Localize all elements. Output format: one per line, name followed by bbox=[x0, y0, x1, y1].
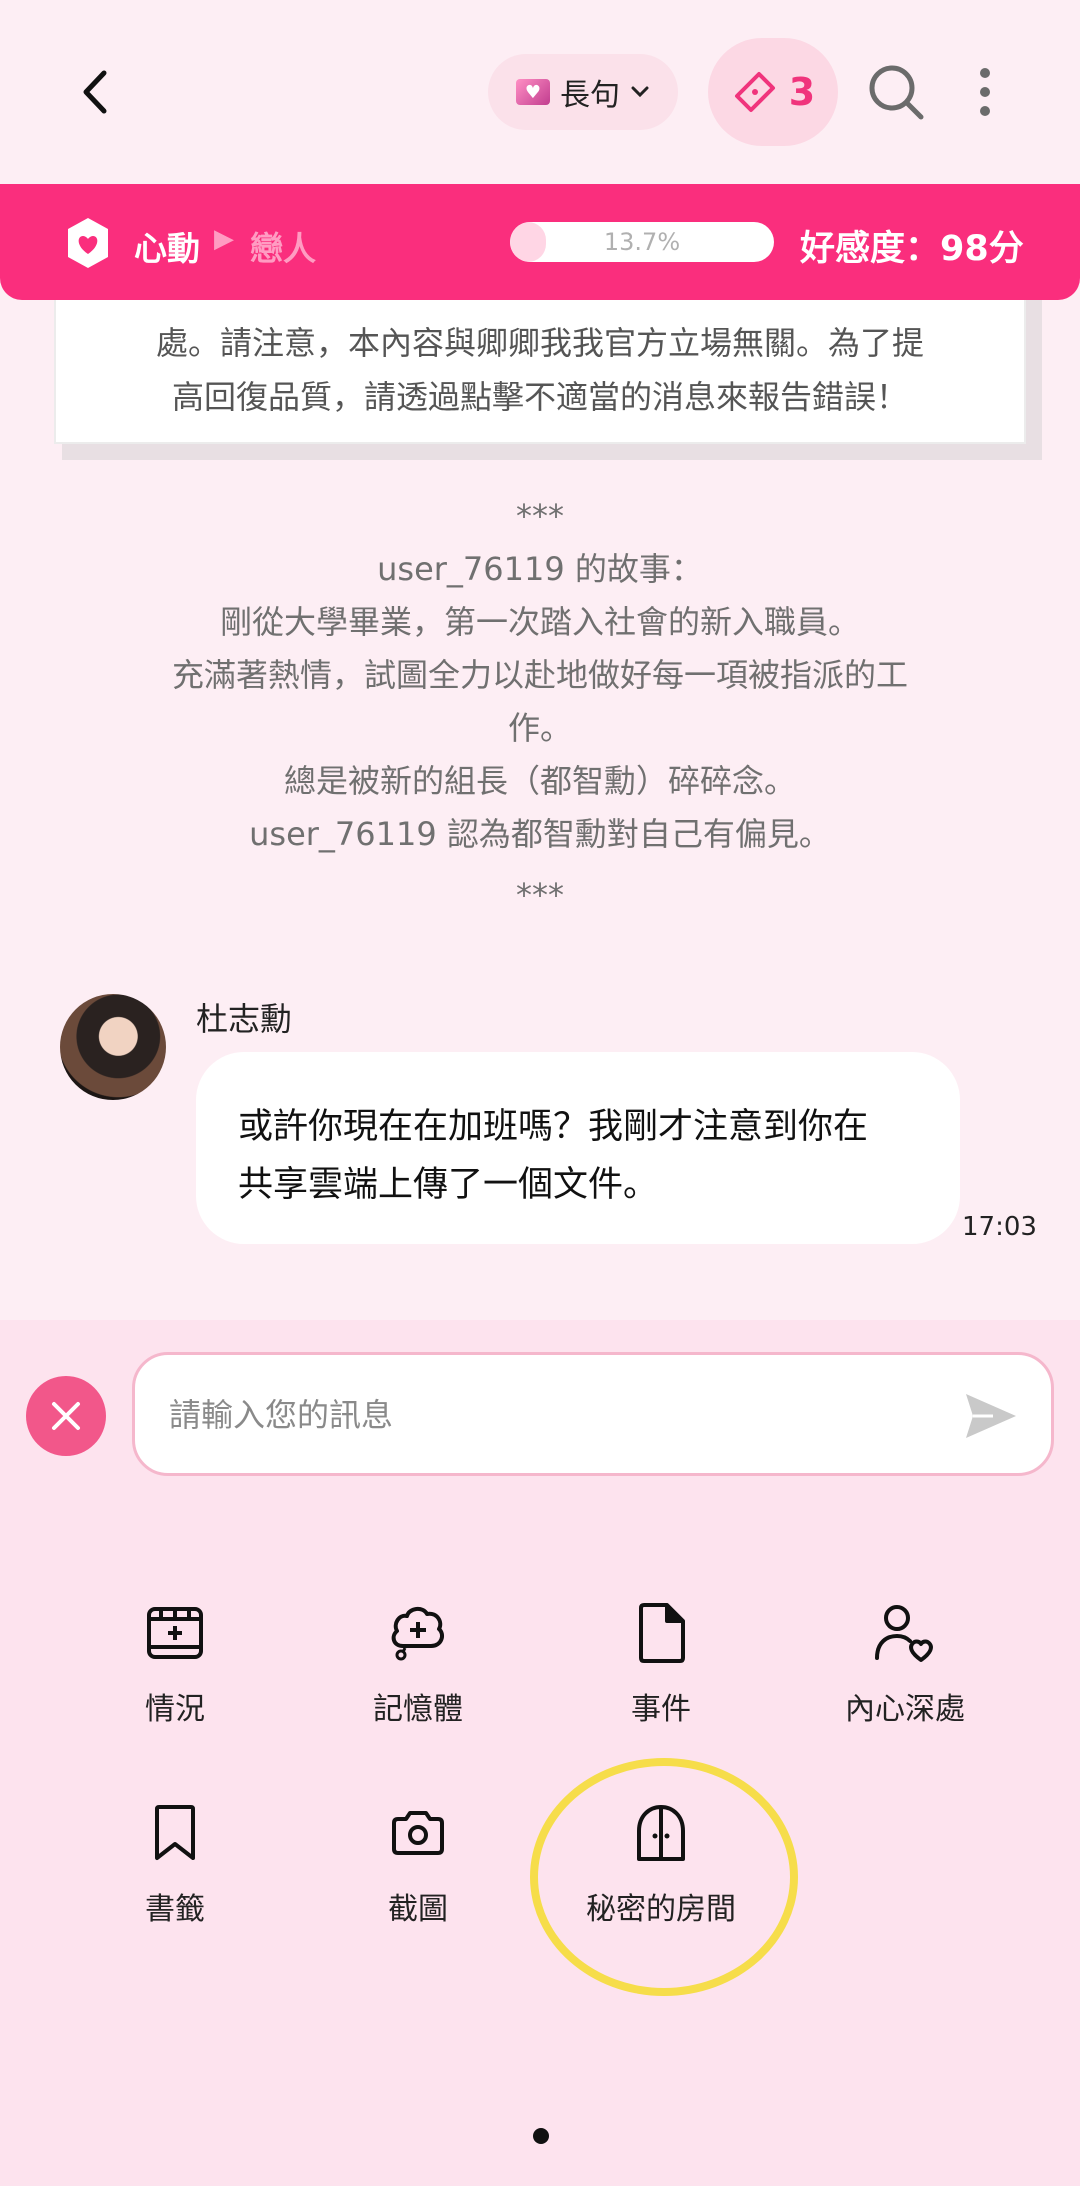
reply-length-label: 長句 bbox=[560, 78, 620, 113]
heart-badge-icon bbox=[68, 218, 108, 268]
send-icon bbox=[966, 1394, 1016, 1438]
back-button[interactable] bbox=[70, 62, 120, 122]
message-composer bbox=[132, 1352, 1054, 1476]
story-divider: *** bbox=[516, 497, 564, 535]
brain-plus-icon bbox=[385, 1600, 451, 1666]
more-options-button[interactable] bbox=[970, 62, 1000, 122]
search-button[interactable] bbox=[866, 62, 926, 122]
chevron-left-icon bbox=[83, 70, 107, 114]
stage-arrow-icon: ▶ bbox=[214, 224, 234, 254]
tool-label: 記憶體 bbox=[373, 1692, 463, 1727]
story-line: 剛從大學畢業，第一次踏入社會的新入職員。 bbox=[219, 603, 860, 641]
chevron-down-icon bbox=[631, 86, 649, 98]
message-text-line: 共享雲端上傳了一個文件。 bbox=[238, 1165, 659, 1205]
ticket-counter-button[interactable]: 3 bbox=[708, 38, 838, 146]
more-dots-icon bbox=[980, 68, 990, 78]
story-line: 作。 bbox=[507, 709, 572, 747]
sender-name: 杜志勳 bbox=[196, 1000, 293, 1038]
relationship-stage-current: 心動 bbox=[134, 229, 200, 268]
tool-memory[interactable]: 記憶體 bbox=[308, 1600, 528, 1730]
character-avatar[interactable] bbox=[60, 994, 166, 1100]
tool-situation[interactable]: 情況 bbox=[65, 1600, 285, 1730]
tool-screenshot[interactable]: 截圖 bbox=[308, 1800, 528, 1930]
message-text-line: 或許你現在在加班嗎？我剛才注意到你在 bbox=[238, 1107, 869, 1147]
top-bar: ♥ 長句 3 bbox=[0, 0, 1080, 184]
tool-label: 書籤 bbox=[145, 1892, 205, 1927]
tool-event[interactable]: 事件 bbox=[551, 1600, 771, 1730]
tool-label: 情況 bbox=[145, 1692, 205, 1727]
reply-length-selector[interactable]: ♥ 長句 bbox=[488, 54, 678, 130]
affinity-bar: 心動 ▶ 戀人 13.7% 好感度：98分 bbox=[0, 184, 1080, 300]
heart-mail-icon: ♥ bbox=[516, 79, 550, 105]
affinity-progress-bar: 13.7% bbox=[510, 222, 774, 262]
story-line: 總是被新的組長（都智勳）碎碎念。 bbox=[283, 762, 796, 800]
affinity-score: 好感度：98分 bbox=[800, 229, 1024, 269]
tool-bookmark[interactable]: 書籤 bbox=[65, 1800, 285, 1930]
tool-label: 內心深處 bbox=[845, 1692, 965, 1727]
user-heart-icon bbox=[872, 1600, 938, 1666]
tool-label: 事件 bbox=[631, 1692, 691, 1727]
search-icon bbox=[869, 65, 924, 120]
close-icon bbox=[52, 1402, 80, 1430]
message-bubble[interactable]: 或許你現在在加班嗎？我剛才注意到你在 共享雲端上傳了一個文件。 bbox=[196, 1052, 960, 1244]
disclaimer-line: 處。請注意，本內容與卿卿我我官方立場無關。為了提 bbox=[155, 324, 924, 362]
story-line: 充滿著熱情，試圖全力以赴地做好每一項被指派的工 bbox=[171, 656, 908, 694]
relationship-stage-next: 戀人 bbox=[250, 229, 316, 268]
highlight-circle-annotation bbox=[530, 1758, 798, 1996]
story-line: user_76119 認為都智勳對自己有偏見。 bbox=[249, 815, 831, 853]
file-icon bbox=[628, 1600, 694, 1666]
page-indicator-dot bbox=[533, 2128, 549, 2144]
affinity-progress-text: 13.7% bbox=[603, 228, 681, 256]
message-input[interactable] bbox=[169, 1385, 949, 1445]
tool-label: 截圖 bbox=[388, 1892, 448, 1927]
message-timestamp: 17:03 bbox=[962, 1212, 1037, 1242]
story-divider: *** bbox=[516, 876, 564, 914]
camera-icon bbox=[385, 1800, 451, 1866]
tool-inner-thoughts[interactable]: 內心深處 bbox=[795, 1600, 1015, 1730]
disclaimer-line: 高回復品質，請透過點擊不適當的消息來報告錯誤！ bbox=[171, 378, 908, 416]
story-title: user_76119 的故事： bbox=[377, 550, 703, 588]
send-button[interactable] bbox=[963, 1391, 1019, 1441]
ticket-count: 3 bbox=[788, 70, 816, 114]
ticket-icon bbox=[734, 72, 775, 112]
close-panel-button[interactable] bbox=[26, 1376, 106, 1456]
bookmark-icon bbox=[142, 1800, 208, 1866]
story-intro: *** user_76119 的故事： 剛從大學畢業，第一次踏入社會的新入職員。… bbox=[120, 490, 960, 922]
film-plus-icon bbox=[142, 1600, 208, 1666]
